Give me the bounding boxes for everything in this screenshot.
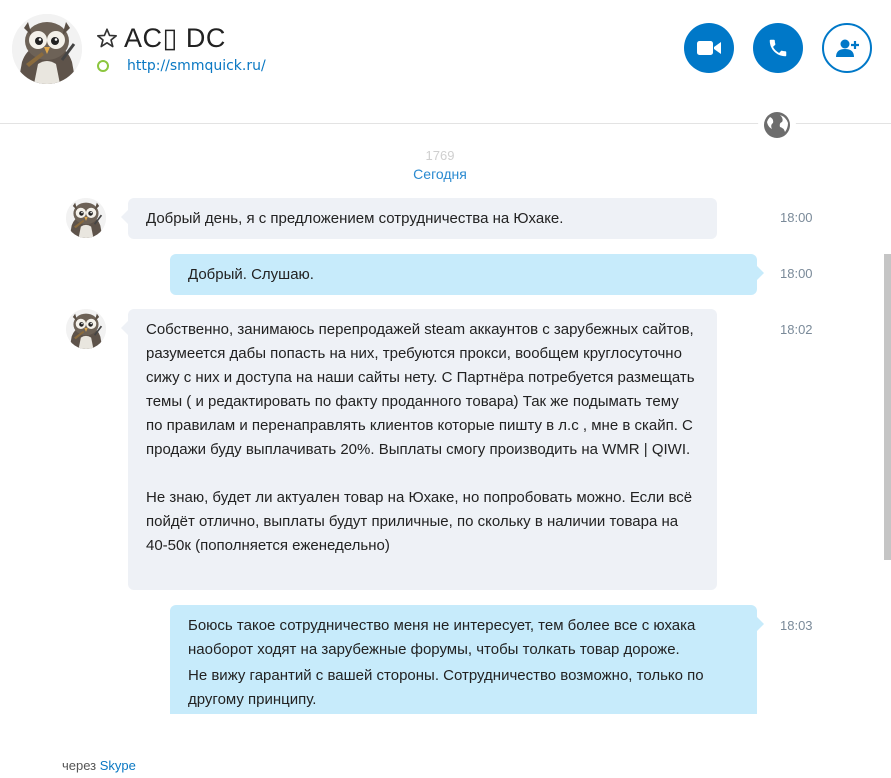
phone-icon: [769, 39, 787, 57]
footer: через Skype: [62, 758, 136, 773]
message-text: Не вижу гарантий с вашей стороны. Сотруд…: [188, 667, 704, 708]
contact-name[interactable]: AC▯ DC: [124, 22, 226, 54]
skype-link[interactable]: Skype: [100, 758, 136, 773]
message-text: Боюсь такое сотрудничество меня не интер…: [188, 617, 696, 658]
add-participant-button[interactable]: [822, 23, 872, 73]
video-call-button[interactable]: [684, 23, 734, 73]
message-time: 18:00: [780, 210, 813, 225]
message-text: Добрый день, я с предложением сотрудниче…: [146, 210, 564, 227]
message-time: 18:02: [780, 322, 813, 337]
message-time: 18:00: [780, 266, 813, 281]
video-camera-icon: [697, 41, 721, 55]
incoming-message[interactable]: Собственно, занимаюсь перепродажей steam…: [121, 309, 717, 590]
contact-avatar[interactable]: [12, 14, 82, 84]
message-text: Собственно, занимаюсь перепродажей steam…: [146, 321, 695, 458]
message-text: Добрый. Слушаю.: [188, 266, 314, 283]
scrolled-away-text: 1769: [425, 148, 455, 163]
message-text: Не знаю, будет ли актуален товар на Юхак…: [146, 489, 693, 554]
sender-avatar[interactable]: [66, 309, 106, 349]
status-row: http://smmquick.ru/: [97, 58, 266, 74]
outgoing-message[interactable]: Добрый. Слушаю.: [170, 254, 764, 295]
chat-scrollbar[interactable]: [884, 254, 891, 560]
conversation-header: AC▯ DC http://smmquick.ru/: [0, 0, 891, 124]
sender-avatar[interactable]: [66, 198, 106, 238]
audio-call-button[interactable]: [753, 23, 803, 73]
incoming-message[interactable]: Добрый день, я с предложением сотрудниче…: [121, 198, 717, 239]
title-row: AC▯ DC: [96, 22, 226, 54]
message-time: 18:03: [780, 618, 813, 633]
message-history[interactable]: 1769 Сегодня Добрый день, я с предложени…: [0, 124, 880, 714]
mood-message-link[interactable]: http://smmquick.ru/: [127, 58, 266, 74]
via-label: через: [62, 758, 97, 773]
presence-status-icon: [97, 60, 109, 72]
add-contact-icon: [836, 39, 859, 57]
date-separator: Сегодня: [413, 166, 467, 182]
star-outline-icon[interactable]: [96, 27, 118, 49]
outgoing-message[interactable]: Боюсь такое сотрудничество меня не интер…: [170, 605, 764, 714]
